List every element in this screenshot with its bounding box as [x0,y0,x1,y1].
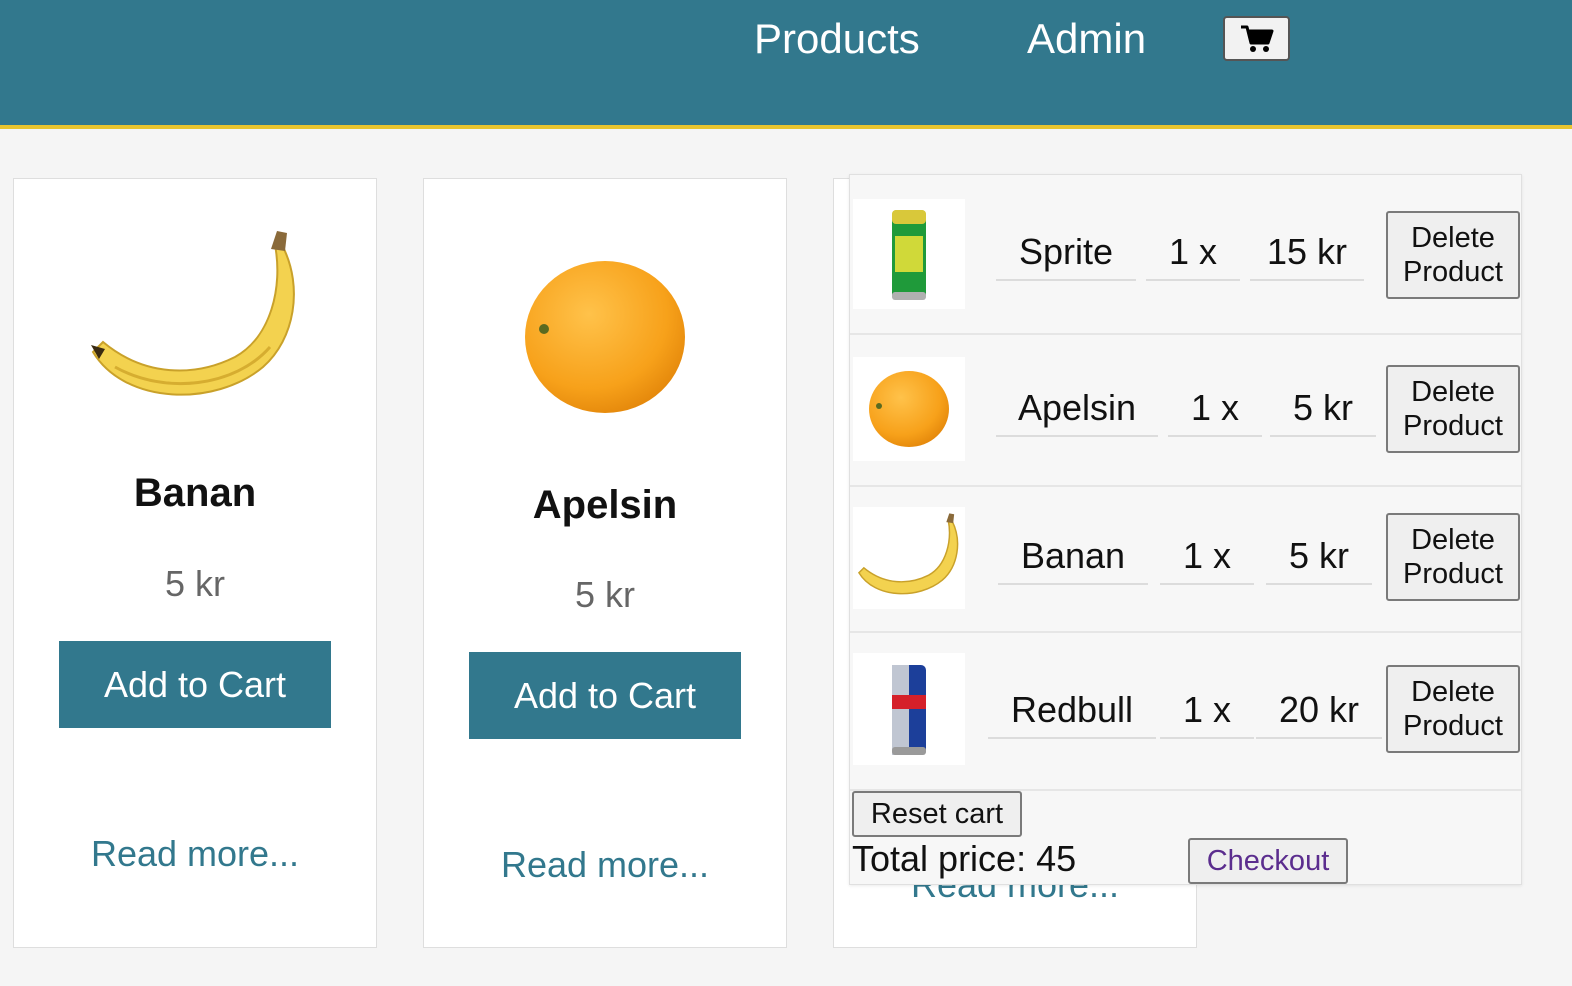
cart-item-row: Apelsin 1 x 5 kr Delete Product [850,335,1521,487]
product-price: 5 kr [574,574,635,615]
nav-products-link[interactable]: Products [754,14,920,64]
site-header: Products Admin [0,0,1572,129]
sprite-can-image [892,210,926,300]
cart-item-row: Banan 1 x 5 kr Delete Product [850,487,1521,633]
cart-item-name: Redbull [988,689,1156,739]
cart-dropdown: Sprite 1 x 15 kr Delete Product Apelsin 1… [849,174,1522,885]
cart-item-price: 20 kr [1256,689,1382,739]
shopping-cart-icon [1240,25,1273,52]
cart-item-row: Sprite 1 x 15 kr Delete Product [850,175,1521,335]
delete-product-button[interactable]: Delete Product [1386,365,1520,453]
cart-item-price: 15 kr [1250,231,1364,281]
cart-item-qty: 1 x [1168,387,1262,437]
cart-item-image [853,653,965,765]
add-to-cart-button[interactable]: Add to Cart [59,641,331,728]
product-price: 5 kr [164,563,225,604]
orange-image [869,371,949,447]
cart-item-image [853,357,965,461]
delete-product-button[interactable]: Delete Product [1386,665,1520,753]
cart-item-row: Redbull 1 x 20 kr Delete Product [850,633,1521,791]
delete-product-button[interactable]: Delete Product [1386,513,1520,601]
cart-item-image [853,507,965,609]
banana-image [91,231,295,396]
nav-admin-link[interactable]: Admin [1027,14,1146,64]
add-to-cart-button[interactable]: Add to Cart [469,652,741,739]
product-title: Banan [133,471,257,515]
banana-image [857,513,959,595]
redbull-can-image [892,665,926,755]
cart-item-qty: 1 x [1160,689,1254,739]
product-card: Banan 5 kr Add to Cart Read more... [13,178,377,948]
checkout-button[interactable]: Checkout [1188,838,1348,884]
product-title: Apelsin [532,483,678,527]
cart-item-qty: 1 x [1146,231,1240,281]
read-more-link[interactable]: Read more... [424,844,786,886]
cart-button[interactable] [1223,16,1290,61]
product-card: Apelsin 5 kr Add to Cart Read more... [423,178,787,948]
cart-item-name: Banan [998,535,1148,585]
cart-item-price: 5 kr [1266,535,1372,585]
cart-item-name: Sprite [996,231,1136,281]
cart-item-image [853,199,965,309]
delete-product-button[interactable]: Delete Product [1386,211,1520,299]
read-more-link[interactable]: Read more... [14,833,376,875]
orange-image [525,261,685,413]
total-price: Total price: 45 [852,838,1077,879]
reset-cart-button[interactable]: Reset cart [852,791,1022,837]
cart-item-qty: 1 x [1160,535,1254,585]
product-image [14,227,376,417]
cart-item-price: 5 kr [1270,387,1376,437]
product-image [424,257,786,417]
cart-item-name: Apelsin [996,387,1158,437]
